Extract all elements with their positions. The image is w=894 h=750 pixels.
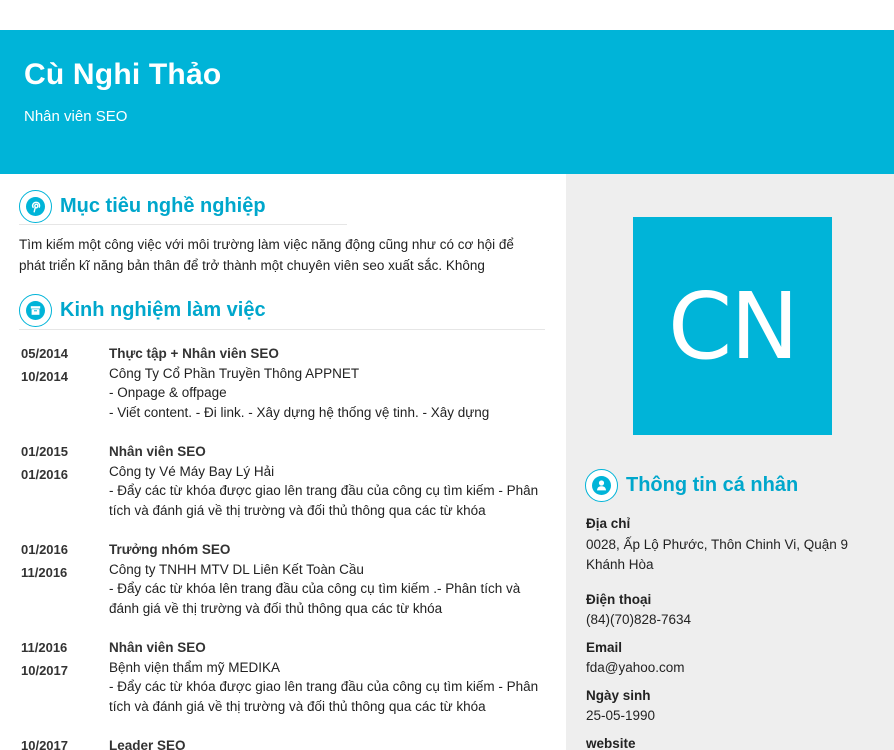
job-title: Nhân viên SEO <box>109 640 206 655</box>
candidate-name: Cù Nghi Thảo <box>24 58 222 91</box>
avatar: CN <box>633 217 832 435</box>
experience-title: Kinh nghiệm làm việc <box>60 299 266 321</box>
job-details: Leader SEO <box>109 736 549 750</box>
job-dates: 10/2017 <box>21 736 101 750</box>
dob-value: 25-05-1990 <box>586 708 656 723</box>
candidate-role: Nhân viên SEO <box>24 108 128 125</box>
sidebar-column: CN Thông tin cá nhân Địa chỉ 0028, Ấp Lộ… <box>566 174 894 750</box>
archive-box-icon <box>19 294 52 327</box>
job-start-date: 10/2017 <box>21 738 68 750</box>
job-title: Nhân viên SEO <box>109 444 206 459</box>
job-dates: 11/2016 10/2017 <box>21 638 101 684</box>
job-end-date: 10/2017 <box>21 663 68 678</box>
job-description: - Đẩy các từ khóa lên trang đầu của công… <box>109 581 521 616</box>
user-icon <box>585 469 618 502</box>
job-company: Bệnh viện thẩm mỹ MEDIKA <box>109 659 281 675</box>
main-column: Mục tiêu nghề nghiệp Tìm kiếm một công v… <box>0 174 566 750</box>
job-details: Nhân viên SEO Công ty Vé Máy Bay Lý Hải … <box>109 442 549 520</box>
experience-section-header: Kinh nghiệm làm việc <box>19 294 266 327</box>
cv-header: Cù Nghi Thảo Nhân viên SEO <box>0 30 894 174</box>
objective-text: Tìm kiếm một công việc với môi trường là… <box>19 237 514 273</box>
job-dates: 01/2016 11/2016 <box>21 540 101 586</box>
personal-info-header: Thông tin cá nhân <box>585 469 798 502</box>
email-label: Email <box>586 640 623 655</box>
objective-divider <box>19 224 347 225</box>
job-company: Công Ty Cổ Phần Truyền Thông APPNET <box>109 365 360 381</box>
job-dates: 05/2014 10/2014 <box>21 344 101 390</box>
objective-section-header: Mục tiêu nghề nghiệp <box>19 190 266 223</box>
job-start-date: 01/2015 <box>21 444 68 459</box>
job-details: Thực tập + Nhân viên SEO Công Ty Cổ Phần… <box>109 344 549 422</box>
website-label: website <box>586 736 636 750</box>
address-value: 0028, Ấp Lộ Phước, Thôn Chinh Vi, Quận 9… <box>586 537 849 572</box>
job-end-date: 10/2014 <box>21 369 68 384</box>
address-label: Địa chỉ <box>586 516 631 531</box>
job-details: Nhân viên SEO Bệnh viện thẩm mỹ MEDIKA -… <box>109 638 549 716</box>
job-description: - Đẩy các từ khóa được giao lên trang đầ… <box>109 483 539 518</box>
email-value: fda@yahoo.com <box>586 660 685 675</box>
job-start-date: 05/2014 <box>21 346 68 361</box>
job-end-date: 01/2016 <box>21 467 68 482</box>
avatar-initials: CN <box>667 272 799 380</box>
job-description: - Onpage & offpage - Viết content. - Đi … <box>109 385 490 420</box>
job-title: Thực tập + Nhân viên SEO <box>109 346 279 361</box>
job-start-date: 01/2016 <box>21 542 68 557</box>
job-dates: 01/2015 01/2016 <box>21 442 101 488</box>
job-start-date: 11/2016 <box>21 640 68 655</box>
job-details: Trưởng nhóm SEO Công ty TNHH MTV DL Liên… <box>109 540 549 618</box>
personal-info-title: Thông tin cá nhân <box>626 474 799 496</box>
objective-title: Mục tiêu nghề nghiệp <box>60 195 266 217</box>
job-title: Trưởng nhóm SEO <box>109 542 231 557</box>
job-title: Leader SEO <box>109 738 186 750</box>
phone-label: Điện thoại <box>586 592 652 607</box>
phone-value: (84)(70)828-7634 <box>586 612 692 627</box>
job-description: - Đẩy các từ khóa được giao lên trang đầ… <box>109 679 539 714</box>
dob-label: Ngày sinh <box>586 688 651 703</box>
pinterest-icon <box>19 190 52 223</box>
job-company: Công ty Vé Máy Bay Lý Hải <box>109 463 275 479</box>
job-company: Công ty TNHH MTV DL Liên Kết Toàn Cầu <box>109 561 364 577</box>
cv-page: Cù Nghi Thảo Nhân viên SEO Mục tiêu nghề… <box>0 0 894 750</box>
job-end-date: 11/2016 <box>21 565 68 580</box>
experience-divider <box>19 329 545 330</box>
